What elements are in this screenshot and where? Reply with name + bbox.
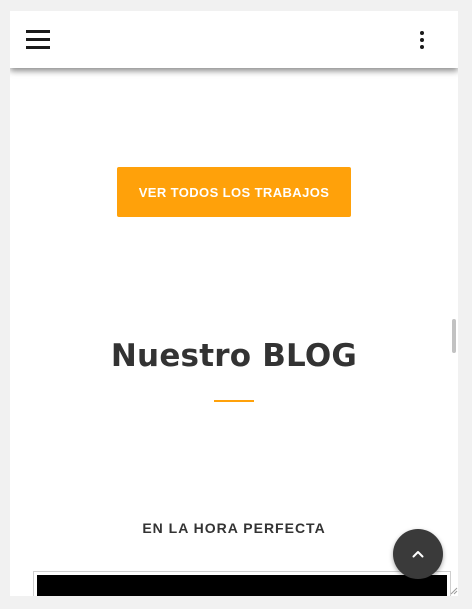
vertical-ellipsis-icon[interactable]	[416, 31, 428, 51]
media-preview	[37, 575, 447, 596]
title-underline	[214, 400, 254, 402]
blog-section-title: Nuestro BLOG	[110, 338, 358, 374]
view-all-works-button[interactable]: VER TODOS LOS TRABAJOS	[117, 167, 351, 217]
scroll-to-top-button[interactable]	[393, 529, 443, 579]
blog-post-title[interactable]: EN LA HORA PERFECTA	[10, 520, 458, 536]
hamburger-menu-icon[interactable]	[26, 30, 50, 49]
resize-handle-icon[interactable]	[450, 587, 458, 595]
scrollbar-thumb[interactable]	[452, 319, 456, 353]
top-app-bar	[10, 11, 458, 68]
chevron-up-icon	[412, 550, 424, 558]
blog-post-media[interactable]	[33, 571, 451, 596]
page-frame: VER TODOS LOS TRABAJOS Nuestro BLOG EN L…	[10, 11, 458, 596]
